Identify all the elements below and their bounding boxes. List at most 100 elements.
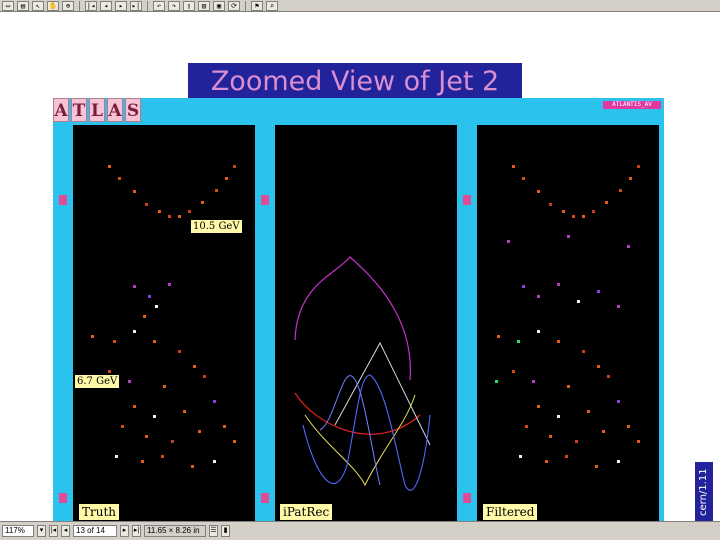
hit-dot: [203, 375, 206, 378]
track-blue-2: [319, 375, 381, 486]
atlas-letter: T: [71, 98, 87, 122]
hit-dot: [617, 400, 620, 403]
hit-dot: [597, 365, 600, 368]
hit-dot: [582, 215, 585, 218]
open-icon[interactable]: ▤: [17, 0, 29, 11]
hit-dot: [191, 465, 194, 468]
hand-icon[interactable]: ✋: [47, 0, 59, 11]
page-icon[interactable]: ▭: [2, 0, 14, 11]
find-icon[interactable]: ⌕: [266, 0, 278, 11]
hit-dot: [517, 340, 520, 343]
ipatrec-tracks: [294, 256, 431, 491]
side-tag: cern/1.11: [695, 462, 713, 522]
ipatrec-panel[interactable]: iPatRec: [275, 125, 457, 522]
hit-dot: [549, 435, 552, 438]
panel-label-ipatrec: iPatRec: [280, 504, 333, 520]
axis-strip-middle: [255, 125, 275, 522]
hit-dot: [619, 189, 622, 192]
hit-dot: [141, 460, 144, 463]
zoom-field[interactable]: 117%: [2, 525, 34, 537]
filtered-panel[interactable]: Filtered: [477, 125, 659, 522]
first-page-icon[interactable]: |◂: [85, 0, 97, 11]
next-page-icon[interactable]: ▸: [120, 525, 129, 537]
hit-dot: [188, 210, 191, 213]
hit-dot: [587, 410, 590, 413]
hit-dot: [597, 290, 600, 293]
hit-dot: [118, 177, 121, 180]
energy-label-jet: 10.5 GeV: [191, 220, 242, 233]
hit-dot: [627, 425, 630, 428]
axis-tick: [261, 195, 269, 205]
filtered-hits: [495, 165, 640, 468]
hit-dot: [577, 300, 580, 303]
track-yellow: [304, 394, 416, 487]
hit-dot: [637, 165, 640, 168]
hit-dot: [155, 305, 158, 308]
hit-dot: [91, 335, 94, 338]
last-page-icon[interactable]: ▸|: [132, 525, 141, 537]
slide-title: Zoomed View of Jet 2: [188, 63, 522, 101]
continuous-icon[interactable]: ▥: [198, 0, 210, 11]
hit-dot: [178, 215, 181, 218]
hit-dot: [215, 189, 218, 192]
hit-dot: [497, 335, 500, 338]
hit-dot: [545, 460, 548, 463]
hit-dot: [582, 350, 585, 353]
hit-dot: [133, 285, 136, 288]
hit-dot: [627, 245, 630, 248]
axis-tick: [59, 195, 67, 205]
hit-dot: [595, 465, 598, 468]
hit-dot: [495, 380, 498, 383]
page-field[interactable]: 13 of 14: [73, 525, 117, 537]
toolbar: ▭ ▤ ↖ ✋ ⊕ |◂ ◂ ▸ ▸| ↶ ↷ ▯ ▥ ▣ ⟳ ⚑ ⌕: [0, 0, 720, 12]
hit-dot: [153, 340, 156, 343]
hit-dot: [193, 365, 196, 368]
truth-panel[interactable]: 10.5 GeV 6.7 GeV Truth: [73, 125, 255, 522]
next-page-icon[interactable]: ▸: [115, 0, 127, 11]
select-arrow-icon[interactable]: ↖: [32, 0, 44, 11]
axis-strip-left: [53, 125, 73, 522]
track-blue-1: [302, 374, 431, 491]
hit-dot: [168, 215, 171, 218]
hit-dot: [537, 330, 540, 333]
single-page-icon[interactable]: ▯: [183, 0, 195, 11]
hit-dot: [537, 405, 540, 408]
facing-icon[interactable]: ▣: [213, 0, 225, 11]
hit-dot: [507, 240, 510, 243]
prev-page-icon[interactable]: ◂: [61, 525, 70, 537]
hit-dot: [163, 385, 166, 388]
status-bar: 117% ▾ |◂ ◂ 13 of 14 ▸ ▸| 11.65 × 8.26 i…: [0, 521, 720, 540]
hit-dot: [607, 375, 610, 378]
hit-dot: [153, 415, 156, 418]
back-icon[interactable]: ↶: [153, 0, 165, 11]
prev-page-icon[interactable]: ◂: [100, 0, 112, 11]
hit-dot: [213, 400, 216, 403]
zoom-dropdown-icon[interactable]: ▾: [37, 525, 46, 537]
hit-dot: [522, 285, 525, 288]
track-white: [334, 341, 431, 446]
hit-dot: [133, 190, 136, 193]
rotate-icon[interactable]: ⟳: [228, 0, 240, 11]
layout-icon[interactable]: ☰: [209, 525, 218, 537]
hit-dot: [143, 315, 146, 318]
track-magenta: [294, 256, 411, 381]
hit-dot: [549, 203, 552, 206]
hit-dot: [113, 340, 116, 343]
toolbar-separator: [245, 0, 246, 11]
last-page-icon[interactable]: ▸|: [130, 0, 142, 11]
hit-dot: [567, 235, 570, 238]
hit-dot: [121, 425, 124, 428]
hit-dot: [225, 177, 228, 180]
first-page-icon[interactable]: |◂: [49, 525, 58, 537]
forward-icon[interactable]: ↷: [168, 0, 180, 11]
hit-dot: [537, 295, 540, 298]
hit-dot: [115, 455, 118, 458]
hit-dot: [637, 440, 640, 443]
split-icon[interactable]: ▮: [221, 525, 230, 537]
truth-hits: [91, 165, 236, 468]
bookmark-icon[interactable]: ⚑: [251, 0, 263, 11]
hit-dot: [629, 177, 632, 180]
zoom-icon[interactable]: ⊕: [62, 0, 74, 11]
hit-dot: [201, 201, 204, 204]
atlas-letter: A: [107, 98, 123, 122]
